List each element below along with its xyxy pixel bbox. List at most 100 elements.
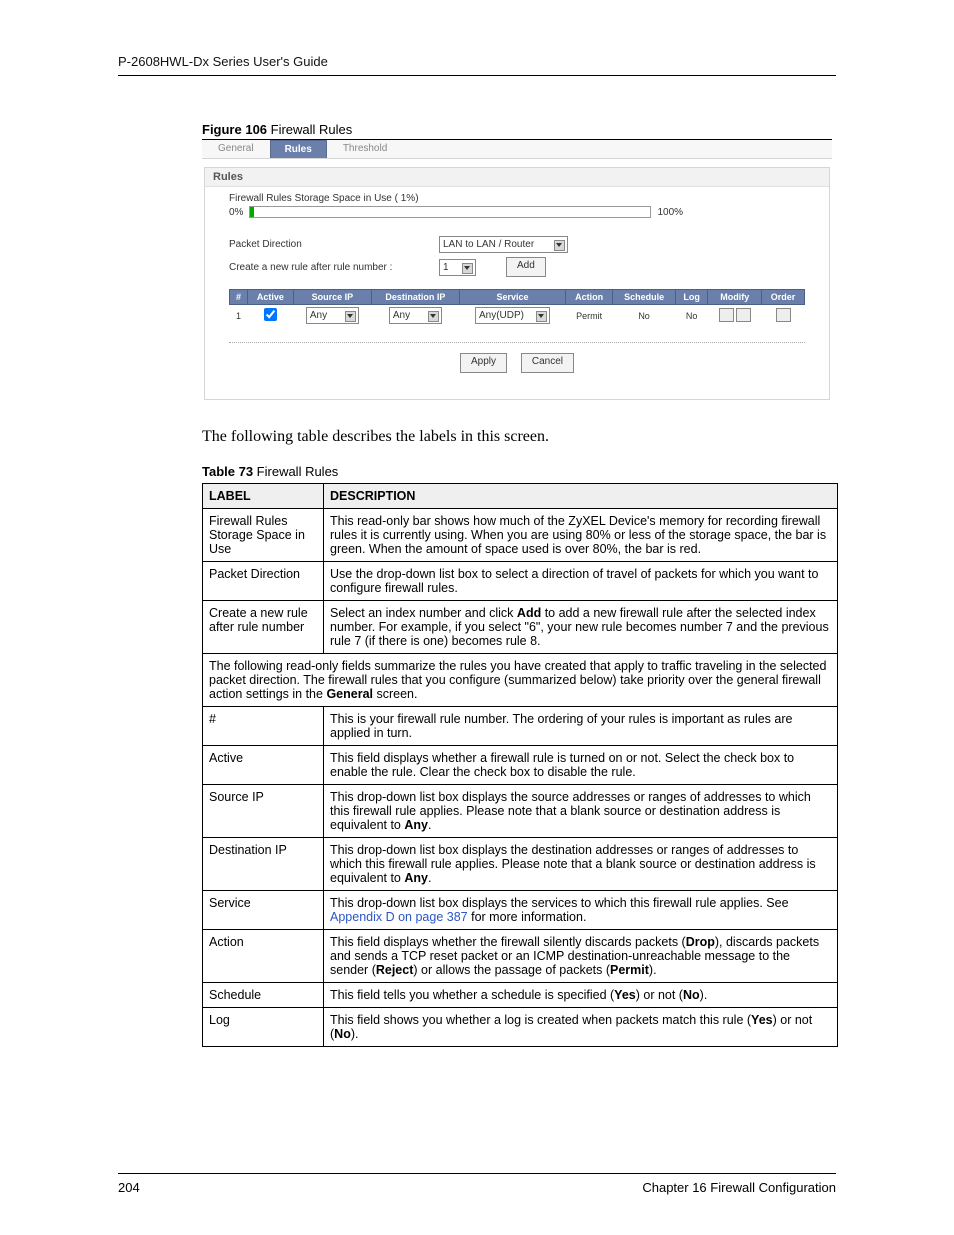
text: ) or not ( [636,988,683,1002]
head-desc: DESCRIPTION [324,484,838,509]
active-checkbox[interactable] [264,308,277,321]
table-row: Schedule This field tells you whether a … [203,983,838,1008]
table-row: # This is your firewall rule number. The… [203,707,838,746]
table-row: Active This field displays whether a fir… [203,746,838,785]
desc-cell: This field tells you whether a schedule … [324,983,838,1008]
screenshot-firewall-rules: General Rules Threshold Rules Firewall R… [202,139,832,400]
packet-direction-select[interactable]: LAN to LAN / Router [439,236,568,253]
figure-number: Figure 106 [202,122,267,137]
delete-icon[interactable] [736,308,751,322]
bold-text: Drop [686,935,715,949]
bold-text: General [326,687,373,701]
bar-0-label: 0% [229,207,243,218]
bold-text: Yes [751,1013,773,1027]
desc-cell: This is your firewall rule number. The o… [324,707,838,746]
table-caption: Table 73 Firewall Rules [202,464,836,479]
add-button[interactable]: Add [506,257,546,277]
label-cell: Schedule [203,983,324,1008]
col-dest: Destination IP [371,290,459,305]
desc-cell: This read-only bar shows how much of the… [324,509,838,562]
bold-text: Permit [610,963,649,977]
tab-bar: General Rules Threshold [202,140,832,159]
tab-threshold[interactable]: Threshold [329,140,401,158]
text: This drop-down list box displays the ser… [330,896,789,910]
text: The following read-only fields summarize… [209,659,826,701]
dropdown-icon [536,311,547,322]
text: . [428,871,431,885]
bold-text: Yes [614,988,636,1002]
service-value: Any(UDP) [479,308,524,323]
table-row: Log This field shows you whether a log i… [203,1008,838,1047]
col-num: # [230,290,248,305]
table-number: Table 73 [202,464,253,479]
text: This field shows you whether a log is cr… [330,1013,751,1027]
storage-bar-fill [250,207,254,217]
desc-cell: This field displays whether a firewall r… [324,746,838,785]
cell-service: Any(UDP) [459,305,565,327]
cancel-button[interactable]: Cancel [521,353,574,373]
text: . [428,818,431,832]
page-number: 204 [118,1180,140,1195]
text: screen. [373,687,417,701]
label-cell: Destination IP [203,838,324,891]
rule-number-value: 1 [443,260,449,275]
head-label: LABEL [203,484,324,509]
cell-dest: Any [371,305,459,327]
bold-text: Reject [376,963,414,977]
cell-schedule: No [613,305,676,327]
divider [229,342,805,343]
dest-ip-select[interactable]: Any [389,307,442,324]
desc-cell: This drop-down list box displays the ser… [324,891,838,930]
desc-cell: This drop-down list box displays the des… [324,838,838,891]
bold-text: Any [404,871,428,885]
figure-title: Firewall Rules [267,122,352,137]
text: This drop-down list box displays the des… [330,843,816,885]
figure-caption: Figure 106 Firewall Rules [202,122,836,137]
service-select[interactable]: Any(UDP) [475,307,550,324]
col-source: Source IP [293,290,371,305]
link-appendix-d[interactable]: Appendix D on page 387 [330,910,468,924]
packet-direction-label: Packet Direction [229,239,429,250]
full-width-cell: The following read-only fields summarize… [203,654,838,707]
text: ) or allows the passage of packets ( [413,963,610,977]
col-service: Service [459,290,565,305]
tab-rules[interactable]: Rules [270,140,327,158]
chapter-title: Chapter 16 Firewall Configuration [642,1180,836,1195]
storage-bar [249,206,651,218]
table-row: Destination IP This drop-down list box d… [203,838,838,891]
source-ip-select[interactable]: Any [306,307,359,324]
move-icon[interactable] [776,308,791,322]
page-footer: 204 Chapter 16 Firewall Configuration [118,1173,836,1195]
edit-icon[interactable] [719,308,734,322]
cell-log: No [675,305,708,327]
tab-general[interactable]: General [204,140,268,158]
cell-source: Any [293,305,371,327]
storage-bar-row: 0% 100% [229,206,805,218]
cell-modify [708,305,762,327]
table-row: Action This field displays whether the f… [203,930,838,983]
cell-active [247,305,293,327]
bar-100-label: 100% [657,207,683,218]
label-cell: Action [203,930,324,983]
desc-cell: This drop-down list box displays the sou… [324,785,838,838]
packet-direction-value: LAN to LAN / Router [443,237,534,252]
text: for more information. [468,910,587,924]
text: ). [649,963,657,977]
label-cell: Source IP [203,785,324,838]
col-active: Active [247,290,293,305]
cell-order [762,305,805,327]
label-cell: # [203,707,324,746]
source-ip-value: Any [310,308,327,323]
table-row: Service This drop-down list box displays… [203,891,838,930]
label-cell: Active [203,746,324,785]
apply-button[interactable]: Apply [460,353,507,373]
table-title: Firewall Rules [253,464,338,479]
rule-number-select[interactable]: 1 [439,259,476,276]
table-row: The following read-only fields summarize… [203,654,838,707]
col-log: Log [675,290,708,305]
bold-text: Add [517,606,541,620]
text: This field displays whether the firewall… [330,935,686,949]
label-cell: Create a new rule after rule number [203,601,324,654]
dest-ip-value: Any [393,308,410,323]
desc-cell: This field displays whether the firewall… [324,930,838,983]
